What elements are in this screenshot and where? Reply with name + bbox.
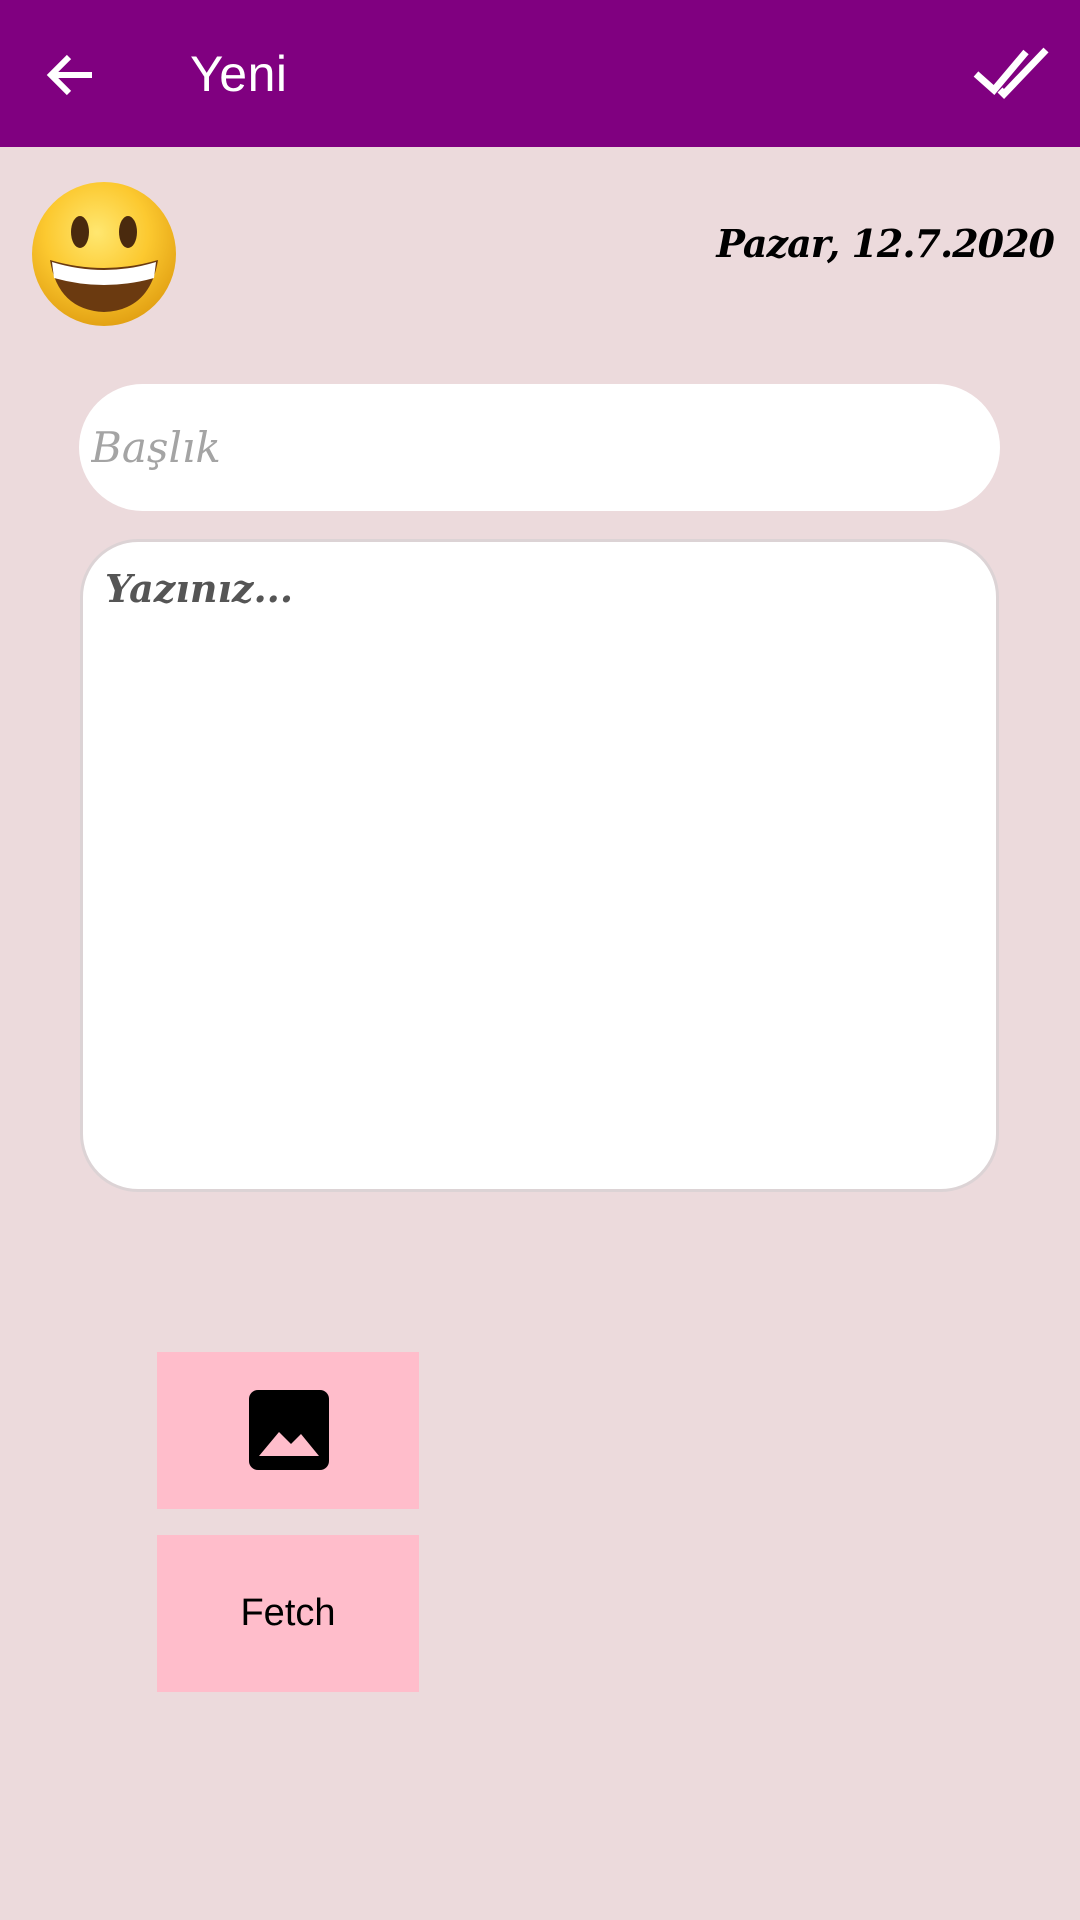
back-button[interactable]: [38, 42, 104, 108]
fetch-button[interactable]: Fetch: [157, 1535, 419, 1692]
save-button[interactable]: [970, 44, 1052, 106]
image-icon: [249, 1390, 329, 1470]
title-input[interactable]: [79, 384, 1000, 511]
mood-emoji-button[interactable]: [30, 180, 178, 328]
double-check-icon: [973, 47, 1049, 100]
app-bar: Yeni: [0, 0, 1080, 147]
add-image-button[interactable]: [157, 1352, 419, 1509]
arrow-back-icon: [46, 54, 92, 96]
body-text-input[interactable]: [80, 539, 999, 1192]
grinning-face-emoji-icon: [32, 182, 176, 326]
entry-date[interactable]: Pazar, 12.7.2020: [716, 220, 1055, 268]
page-title: Yeni: [190, 46, 288, 102]
